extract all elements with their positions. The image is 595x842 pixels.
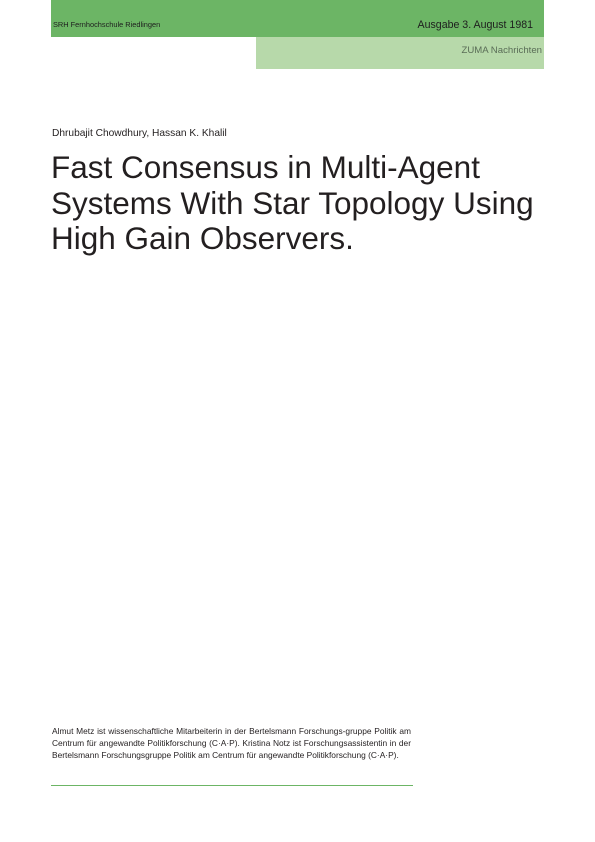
author-footnote: Almut Metz ist wissenschaftliche Mitarbe… xyxy=(52,726,411,760)
institution-name: SRH Fernhochschule Riedlingen xyxy=(53,20,161,29)
footnote-divider xyxy=(51,785,413,786)
journal-name: ZUMA Nachrichten xyxy=(461,45,542,56)
article-authors: Dhrubajit Chowdhury, Hassan K. Khalil xyxy=(52,128,227,139)
issue-date: Ausgabe 3. August 1981 xyxy=(417,19,533,31)
article-title: Fast Consensus in Multi-Agent Systems Wi… xyxy=(51,149,534,256)
